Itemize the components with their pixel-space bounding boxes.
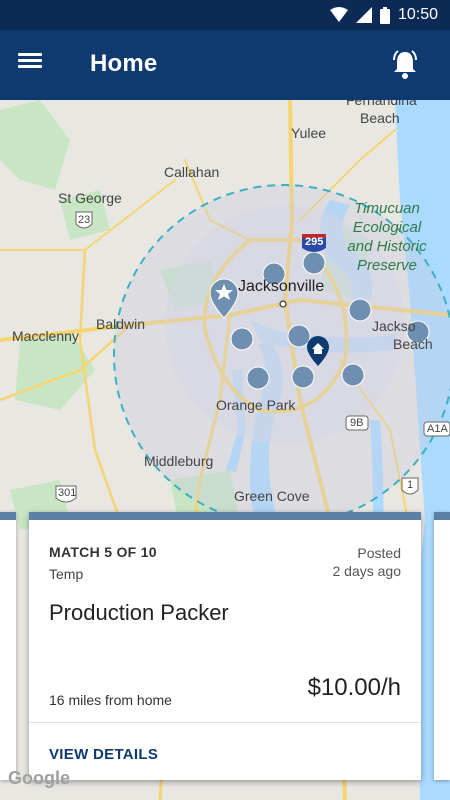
page-title: Home (90, 50, 158, 77)
map-label-park: Timucuan Ecological and Historic Preserv… (342, 199, 432, 275)
map-label: Yulee (291, 125, 327, 141)
bell-ringing-icon (393, 50, 417, 79)
status-time: 10:50 (397, 6, 438, 23)
map-label: Jackso (372, 318, 416, 334)
route-shield-label: 301 (58, 487, 77, 499)
signal-icon (355, 7, 372, 23)
divider (29, 722, 421, 723)
match-counter: MATCH 5 OF 10 (49, 544, 157, 560)
map-label-city: Jacksonville (238, 278, 325, 295)
notifications-button[interactable] (390, 48, 420, 80)
posted-label: Posted (357, 545, 401, 561)
status-bar: 10:50 (0, 0, 450, 30)
map-label: Beach (360, 110, 400, 126)
battery-icon (379, 6, 390, 24)
map-label: Orange Park (216, 397, 296, 413)
map-label-park-line: and Historic (347, 238, 427, 255)
map-label: Callahan (164, 164, 220, 180)
posted-age: 2 days ago (332, 563, 402, 579)
job-type: Temp (49, 566, 84, 582)
job-card[interactable]: MATCH 5 OF 10 Temp Posted 2 days ago Pro… (29, 512, 421, 780)
view-details-button[interactable]: VIEW DETAILS (49, 746, 158, 763)
map-label: Middleburg (144, 453, 214, 469)
app-bar: Home (0, 30, 450, 100)
map-label: Beach (393, 336, 433, 352)
google-logo: Google (8, 768, 70, 788)
pay-rate: $10.00/h (307, 674, 401, 701)
menu-icon-line (18, 59, 42, 62)
menu-icon-line (18, 65, 42, 68)
job-title: Production Packer (49, 600, 229, 625)
menu-button[interactable] (18, 50, 52, 80)
map-label-park-line: Timucuan (354, 200, 420, 217)
route-shield-label: 295 (305, 236, 324, 248)
status-icons: 10:50 (329, 6, 438, 24)
route-shield-label: 9B (350, 417, 364, 429)
route-shield-label: 1 (407, 479, 414, 491)
map-label: Fernandina (346, 100, 417, 108)
map-label: Green Cove (234, 488, 310, 504)
menu-icon-line (18, 53, 42, 56)
map-label: St George (58, 190, 122, 206)
map-label-park-line: Ecological (352, 219, 422, 236)
map-label: Baldwin (96, 316, 146, 332)
previous-job-card[interactable] (0, 512, 16, 780)
posted-date: Posted 2 days ago (333, 544, 402, 580)
next-job-card[interactable] (434, 512, 450, 780)
job-distance: 16 miles from home (49, 692, 172, 708)
map-label-park-line: Preserve (356, 257, 418, 274)
map-label: Macclenny (12, 328, 79, 344)
route-shield-label: A1A (427, 423, 448, 435)
wifi-icon (329, 7, 348, 22)
route-shield-label: 23 (78, 214, 91, 226)
